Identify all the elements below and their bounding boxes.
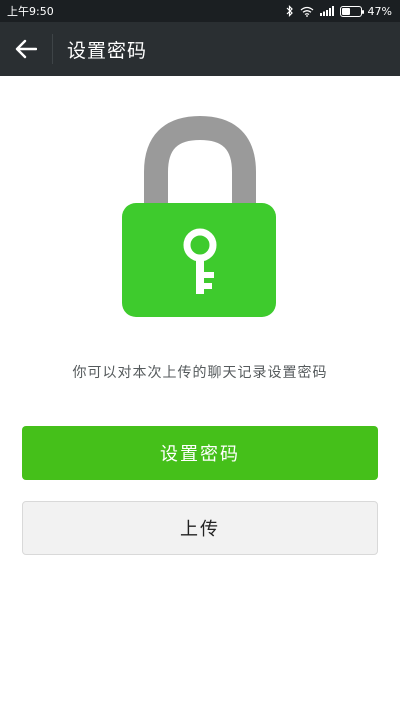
arrow-left-icon bbox=[15, 39, 37, 59]
signal-icon bbox=[319, 0, 334, 22]
action-bar: 设置密码 bbox=[0, 22, 400, 76]
page-title: 设置密码 bbox=[67, 39, 148, 62]
set-password-button[interactable]: 设置密码 bbox=[22, 426, 378, 480]
lock-illustration bbox=[0, 76, 400, 326]
status-icons: 47% bbox=[286, 0, 392, 22]
status-time: 上午9:50 bbox=[7, 5, 54, 18]
wifi-icon bbox=[300, 0, 314, 22]
back-button[interactable] bbox=[0, 22, 52, 76]
bluetooth-icon bbox=[286, 0, 294, 22]
battery-percent: 47% bbox=[367, 4, 392, 18]
status-bar: 上午9:50 47% bbox=[0, 0, 400, 22]
battery-icon bbox=[339, 0, 364, 22]
toolbar-divider bbox=[52, 34, 53, 64]
upload-button[interactable]: 上传 bbox=[22, 501, 378, 555]
password-hint-text: 你可以对本次上传的聊天记录设置密码 bbox=[72, 365, 328, 381]
lock-with-key-icon bbox=[122, 115, 276, 317]
